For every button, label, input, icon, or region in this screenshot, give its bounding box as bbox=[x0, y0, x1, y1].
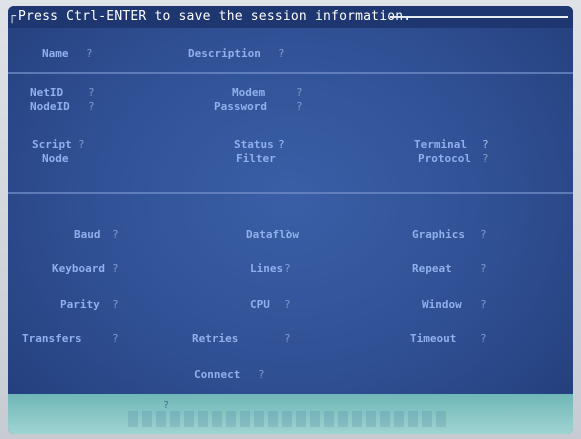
section-divider-middle bbox=[8, 192, 573, 194]
section-divider-top bbox=[8, 72, 573, 74]
dataflow-label: Dataflow bbox=[246, 228, 299, 241]
timeout-value[interactable]: ? bbox=[480, 332, 487, 345]
parity-value[interactable]: ? bbox=[112, 298, 119, 311]
name-value[interactable]: ? bbox=[86, 47, 93, 60]
top-rule bbox=[390, 16, 568, 18]
window-value[interactable]: ? bbox=[480, 298, 487, 311]
description-label: Description bbox=[188, 47, 261, 60]
baud-label: Baud bbox=[74, 228, 101, 241]
repeat-label: Repeat bbox=[412, 262, 452, 275]
crt-screen: ┌ Press Ctrl-ENTER to save the session i… bbox=[0, 0, 581, 439]
retries-value[interactable]: ? bbox=[284, 332, 291, 345]
bottom-hint-text: ? bbox=[163, 400, 170, 411]
window-label: Window bbox=[422, 298, 462, 311]
modem-label: Modem bbox=[232, 86, 266, 99]
terminal-window: ┌ Press Ctrl-ENTER to save the session i… bbox=[8, 6, 573, 434]
terminal-label: Terminal bbox=[414, 138, 467, 151]
connect-label: Connect bbox=[194, 368, 241, 381]
nodeid-label: NodeID bbox=[30, 100, 70, 113]
transfers-label: Transfers bbox=[22, 332, 82, 345]
netid-value[interactable]: ? bbox=[88, 86, 95, 99]
cpu-label: CPU bbox=[250, 298, 270, 311]
script-label: Script bbox=[32, 138, 72, 151]
keyboard-value[interactable]: ? bbox=[112, 262, 119, 275]
bottom-hint-bar: ? bbox=[8, 394, 573, 434]
left-bracket-glyph: ┌ bbox=[8, 9, 16, 24]
bottom-noise-band bbox=[128, 411, 448, 427]
save-instruction: Press Ctrl-ENTER to save the session inf… bbox=[18, 9, 412, 24]
repeat-value[interactable]: ? bbox=[480, 262, 487, 275]
keyboard-label: Keyboard bbox=[52, 262, 105, 275]
retries-label: Retries bbox=[192, 332, 239, 345]
name-label: Name bbox=[42, 47, 69, 60]
top-status-bar: ┌ Press Ctrl-ENTER to save the session i… bbox=[8, 6, 573, 28]
dataflow-value[interactable]: ? bbox=[284, 228, 291, 241]
protocol-label: Protocol bbox=[418, 152, 471, 165]
protocol-value[interactable]: ? bbox=[482, 152, 489, 165]
transfers-value[interactable]: ? bbox=[112, 332, 119, 345]
lines-label: Lines bbox=[250, 262, 284, 275]
nodeid-value[interactable]: ? bbox=[88, 100, 95, 113]
description-value[interactable]: ? bbox=[278, 47, 285, 60]
netid-label: NetID bbox=[30, 86, 64, 99]
cpu-value[interactable]: ? bbox=[284, 298, 291, 311]
modem-value[interactable]: ? bbox=[296, 86, 303, 99]
terminal-value[interactable]: ? bbox=[482, 138, 489, 151]
password-label: Password bbox=[214, 100, 267, 113]
parity-label: Parity bbox=[60, 298, 100, 311]
graphics-label: Graphics bbox=[412, 228, 465, 241]
script-value[interactable]: ? bbox=[78, 138, 85, 151]
password-value[interactable]: ? bbox=[296, 100, 303, 113]
lines-value[interactable]: ? bbox=[284, 262, 291, 275]
graphics-value[interactable]: ? bbox=[480, 228, 487, 241]
connect-value[interactable]: ? bbox=[258, 368, 265, 381]
timeout-label: Timeout bbox=[410, 332, 457, 345]
filter-label: Filter bbox=[236, 152, 276, 165]
node-label: Node bbox=[42, 152, 69, 165]
status-value[interactable]: ? bbox=[278, 138, 285, 151]
status-label: Status bbox=[234, 138, 274, 151]
baud-value[interactable]: ? bbox=[112, 228, 119, 241]
